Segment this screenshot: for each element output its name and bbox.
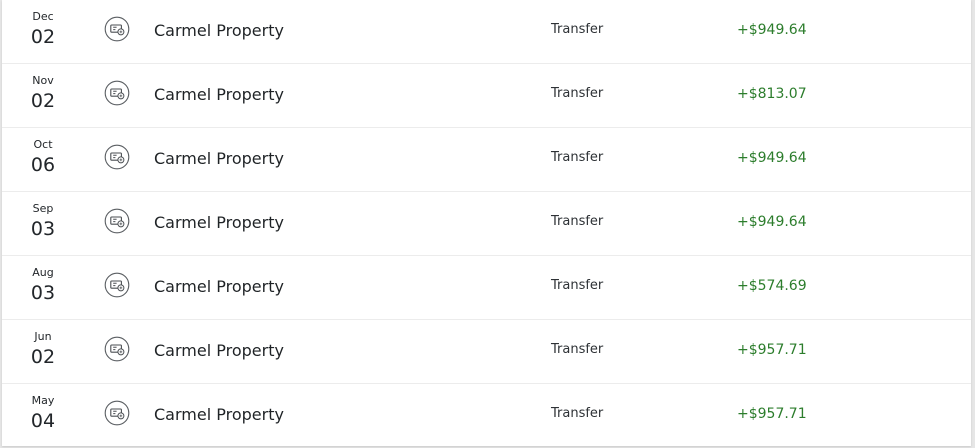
transaction-month: Sep — [32, 202, 54, 215]
transaction-row[interactable]: Aug 03 Carmel Property Transfer +$574.69 — [2, 256, 971, 320]
transaction-day: 02 — [30, 90, 56, 112]
transaction-row[interactable]: Oct 06 Carmel Property Transfer +$949.64 — [2, 128, 971, 192]
transaction-category: Transfer — [551, 22, 604, 37]
transaction-day: 03 — [30, 218, 56, 240]
transaction-month: Jun — [34, 330, 52, 343]
transaction-amount: +$949.64 — [737, 214, 807, 230]
transaction-amount: +$957.71 — [737, 406, 807, 422]
transaction-day: 03 — [30, 282, 56, 304]
transaction-date: May 04 — [22, 394, 64, 433]
transfer-icon — [104, 208, 130, 234]
transaction-row[interactable]: Sep 03 Carmel Property Transfer +$949.64 — [2, 192, 971, 256]
transaction-day: 02 — [30, 346, 56, 368]
merchant-name[interactable]: Carmel Property — [154, 341, 284, 360]
transaction-day: 06 — [30, 154, 56, 176]
merchant-name[interactable]: Carmel Property — [154, 213, 284, 232]
transaction-category: Transfer — [551, 342, 604, 357]
merchant-name[interactable]: Carmel Property — [154, 149, 284, 168]
transaction-amount: +$813.07 — [737, 86, 807, 102]
transaction-category: Transfer — [551, 86, 604, 101]
transaction-date: Oct 06 — [22, 138, 64, 177]
merchant-name[interactable]: Carmel Property — [154, 21, 284, 40]
transfer-icon — [104, 16, 130, 42]
transfer-icon — [104, 272, 130, 298]
transaction-row[interactable]: Jun 02 Carmel Property Transfer +$957.71 — [2, 320, 971, 384]
transaction-list: Dec 02 Carmel Property Transfer +$949.64… — [2, 0, 971, 446]
transfer-icon — [104, 400, 130, 426]
merchant-name[interactable]: Carmel Property — [154, 405, 284, 424]
transaction-month: Dec — [32, 10, 54, 23]
transaction-date: Aug 03 — [22, 266, 64, 305]
merchant-name[interactable]: Carmel Property — [154, 85, 284, 104]
transaction-date: Jun 02 — [22, 330, 64, 369]
transaction-category: Transfer — [551, 406, 604, 421]
transaction-amount: +$574.69 — [737, 278, 807, 294]
transaction-amount: +$957.71 — [737, 342, 807, 358]
transaction-month: Aug — [32, 266, 54, 279]
transaction-row[interactable]: Nov 02 Carmel Property Transfer +$813.07 — [2, 64, 971, 128]
transaction-month: May — [31, 394, 55, 407]
transaction-category: Transfer — [551, 214, 604, 229]
transfer-icon — [104, 80, 130, 106]
transaction-amount: +$949.64 — [737, 150, 807, 166]
transaction-row[interactable]: May 04 Carmel Property Transfer +$957.71 — [2, 384, 971, 447]
transfer-icon — [104, 336, 130, 362]
merchant-name[interactable]: Carmel Property — [154, 277, 284, 296]
transaction-amount: +$949.64 — [737, 22, 807, 38]
transaction-month: Nov — [32, 74, 54, 87]
transaction-day: 02 — [30, 26, 56, 48]
transaction-date: Sep 03 — [22, 202, 64, 241]
transaction-category: Transfer — [551, 278, 604, 293]
transaction-date: Nov 02 — [22, 74, 64, 113]
transaction-row[interactable]: Dec 02 Carmel Property Transfer +$949.64 — [2, 0, 971, 64]
transaction-day: 04 — [30, 410, 56, 432]
transaction-month: Oct — [33, 138, 53, 151]
transaction-category: Transfer — [551, 150, 604, 165]
transfer-icon — [104, 144, 130, 170]
transaction-date: Dec 02 — [22, 10, 64, 49]
transactions-page: Dec 02 Carmel Property Transfer +$949.64… — [0, 0, 975, 448]
